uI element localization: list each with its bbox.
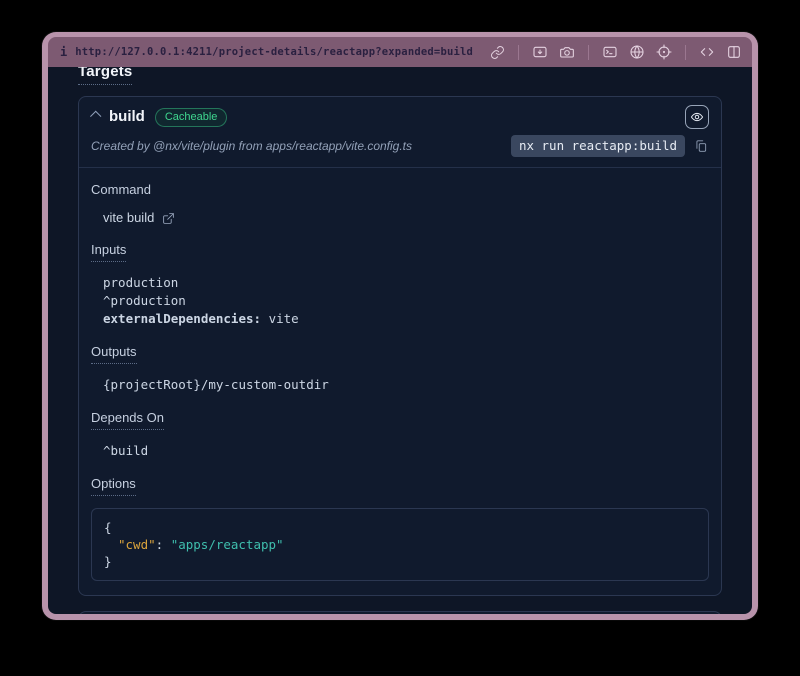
json-open-brace: { [104,519,696,536]
split-panel-icon[interactable] [726,44,742,60]
json-string-value: "apps/reactapp" [171,537,284,552]
input-item: ^production [103,292,709,310]
command-value: vite build [103,210,154,226]
build-card-header: build Cacheable [79,97,721,129]
globe-icon[interactable] [629,44,645,60]
toolbar-divider [588,45,589,60]
target-name: build [109,108,145,126]
serve-card-header: serve vite serve [79,612,721,614]
cacheable-badge: Cacheable [155,108,228,127]
build-card-subheader: Created by @nx/vite/plugin from apps/rea… [79,129,721,168]
input-item: production [103,274,709,292]
url-text[interactable]: http://127.0.0.1:4211/project-details/re… [75,46,481,58]
chevron-up-icon[interactable] [90,111,101,122]
screencast-icon[interactable] [532,44,548,60]
page-content: Targets build Cacheable Created by @nx/v… [48,67,752,614]
external-link-icon[interactable] [162,211,176,225]
toolbar-divider [685,45,686,60]
browser-window: i http://127.0.0.1:4211/project-details/… [42,32,758,620]
options-heading: Options [91,476,136,496]
info-icon: i [60,45,67,59]
depends-on-item: ^build [103,442,709,460]
view-in-graph-button[interactable] [685,105,709,129]
created-by-text: Created by @nx/vite/plugin from apps/rea… [91,139,503,154]
input-key: externalDependencies: [103,311,261,326]
toolbar-actions [489,44,742,60]
json-close-brace: } [104,553,696,570]
run-command-chip[interactable]: nx run reactapp:build [511,135,685,157]
target-card-serve: serve vite serve [78,611,722,614]
browser-toolbar: i http://127.0.0.1:4211/project-details/… [48,37,752,67]
terminal-icon[interactable] [602,44,618,60]
camera-icon[interactable] [559,44,575,60]
command-heading: Command [91,182,151,198]
toolbar-divider [518,45,519,60]
targets-heading: Targets [78,67,132,85]
inputs-heading: Inputs [91,242,126,262]
json-option-line: "cwd": "apps/reactapp" [104,536,696,553]
json-key: "cwd" [118,537,156,552]
build-card-body: Command vite build Inputs production ^pr… [79,182,721,595]
link-icon[interactable] [489,44,505,60]
target-icon[interactable] [656,44,672,60]
outputs-heading: Outputs [91,344,137,364]
code-icon[interactable] [699,44,715,60]
options-json-block: { "cwd": "apps/reactapp" } [91,508,709,581]
input-item: externalDependencies: vite [103,310,709,328]
json-colon: : [156,537,171,552]
output-item: {projectRoot}/my-custom-outdir [103,376,709,394]
depends-on-heading: Depends On [91,410,164,430]
copy-icon[interactable] [693,138,709,154]
target-card-build: build Cacheable Created by @nx/vite/plug… [78,96,722,596]
input-value: vite [261,311,299,326]
